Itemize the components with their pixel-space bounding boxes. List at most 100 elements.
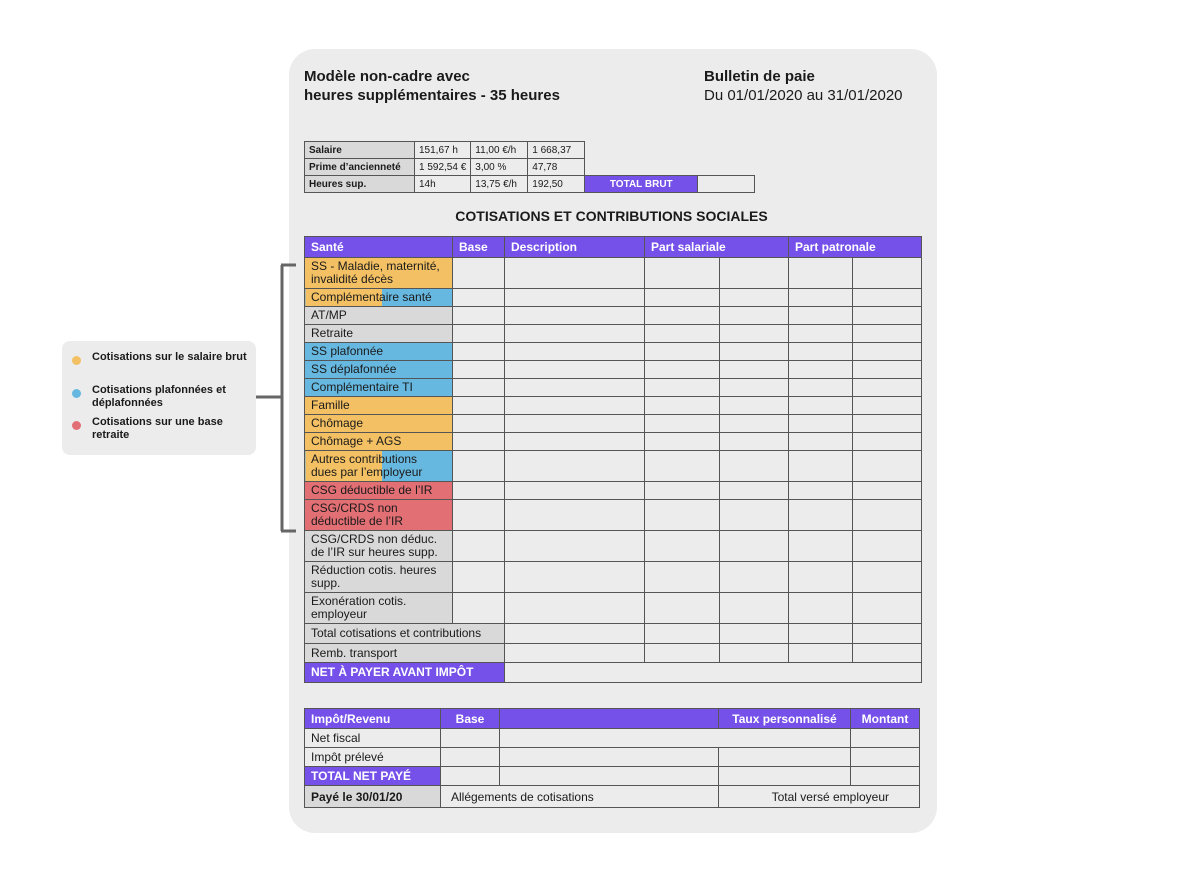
table-row: Retraite — [304, 324, 922, 343]
cell — [719, 360, 789, 379]
cell — [788, 530, 853, 562]
cell — [788, 288, 853, 307]
impot-table: Impôt/Revenu Base Taux personnalisé Mont… — [304, 708, 920, 808]
section-title: COTISATIONS ET CONTRIBUTIONS SOCIALES — [455, 208, 768, 224]
table-row: SS déplafonnée — [304, 360, 922, 379]
overtime-amount: 192,50 — [527, 175, 586, 193]
overtime-qty: 14h — [413, 175, 472, 193]
cell — [718, 747, 851, 767]
cell — [788, 414, 853, 433]
cell — [719, 561, 789, 593]
empty-cell — [698, 142, 755, 159]
cell — [719, 306, 789, 325]
salary-amount: 1 668,37 — [527, 141, 586, 159]
cell — [719, 324, 789, 343]
cell — [644, 592, 720, 624]
cell — [788, 396, 853, 415]
header-montant: Montant — [850, 708, 920, 729]
contribution-label: SS plafonnée — [304, 342, 453, 361]
contribution-label: Complémentaire santé — [304, 288, 453, 307]
cell — [788, 257, 853, 289]
cell — [852, 499, 922, 531]
empty-cell — [585, 142, 698, 159]
cell — [452, 414, 505, 433]
cell — [504, 561, 645, 593]
bulletin-period: Du 01/01/2020 au 31/01/2020 — [704, 87, 903, 104]
cell — [499, 728, 851, 748]
total-brut-label: TOTAL BRUT — [584, 175, 699, 193]
net-avant-impot-value — [504, 662, 922, 683]
table-row: TOTAL NET PAYÉ — [304, 766, 920, 786]
cell — [788, 450, 853, 482]
table-row: CSG/CRDS non déductible de l’IR — [304, 499, 922, 531]
cell — [452, 306, 505, 325]
cell — [852, 360, 922, 379]
cell — [644, 499, 720, 531]
cell — [504, 623, 645, 644]
cell — [719, 623, 789, 644]
cell — [499, 747, 719, 767]
cell — [719, 499, 789, 531]
title-line-1: Modèle non-cadre avec — [304, 68, 470, 85]
paye-le-label: Payé le 30/01/20 — [304, 785, 441, 808]
header-description: Description — [504, 236, 645, 258]
table-row: Exonération cotis. employeur — [304, 592, 922, 624]
cell — [644, 396, 720, 415]
cell — [504, 342, 645, 361]
cell — [504, 643, 645, 663]
header-part-patronale: Part patronale — [788, 236, 922, 258]
cell — [852, 592, 922, 624]
cell — [719, 342, 789, 361]
cell — [644, 378, 720, 397]
table-row: Salaire 151,67 h 11,00 €/h 1 668,37 — [304, 141, 755, 159]
cell — [719, 643, 789, 663]
contribution-label: CSG/CRDS non déduc. de l’IR sur heures s… — [304, 530, 453, 562]
contribution-label: Chômage + AGS — [304, 432, 453, 451]
cell — [644, 360, 720, 379]
cell — [644, 432, 720, 451]
table-row: Autres contributions dues par l’employeu… — [304, 450, 922, 482]
cell — [499, 766, 719, 786]
contributions-body: SS - Maladie, maternité, invalidité décè… — [304, 257, 922, 624]
salary-qty: 151,67 h — [413, 141, 472, 159]
allegements-label: Allégements de cotisations — [440, 785, 719, 808]
table-row: SS - Maladie, maternité, invalidité décè… — [304, 257, 922, 289]
cell — [788, 481, 853, 500]
dot-icon — [72, 389, 81, 398]
cell — [504, 324, 645, 343]
cell — [644, 623, 720, 644]
contributions-table: Santé Base Description Part salariale Pa… — [304, 236, 922, 683]
header-base: Base — [440, 708, 500, 729]
cell — [452, 499, 505, 531]
cell — [452, 396, 505, 415]
net-avant-impot-row: NET À PAYER AVANT IMPÔT — [304, 662, 922, 683]
cell — [452, 450, 505, 482]
title-line-2: heures supplémentaires - 35 heures — [304, 87, 560, 104]
table-row: Net fiscal — [304, 728, 920, 748]
contribution-label: Exonération cotis. employeur — [304, 592, 453, 624]
cell — [719, 288, 789, 307]
table-row: Complémentaire TI — [304, 378, 922, 397]
cell — [440, 747, 500, 767]
cell — [850, 747, 920, 767]
table-row: Prime d’ancienneté 1 592,54 € 3,00 % 47,… — [304, 158, 755, 176]
salary-table: Salaire 151,67 h 11,00 €/h 1 668,37 Prim… — [304, 141, 756, 193]
table-row: CSG/CRDS non déduc. de l’IR sur heures s… — [304, 530, 922, 562]
prime-rate: 3,00 % — [470, 158, 529, 176]
cell — [850, 728, 920, 748]
header-part-salariale: Part salariale — [644, 236, 789, 258]
cell — [719, 432, 789, 451]
salary-label: Salaire — [304, 141, 415, 159]
cell — [719, 414, 789, 433]
bracket-connector — [256, 263, 296, 533]
cell — [788, 499, 853, 531]
cell — [452, 481, 505, 500]
cell — [719, 450, 789, 482]
cell — [852, 324, 922, 343]
cell — [644, 414, 720, 433]
cell — [788, 643, 853, 663]
cell — [452, 360, 505, 379]
cell — [788, 623, 853, 644]
remb-transport-label: Remb. transport — [304, 643, 505, 663]
cell — [504, 499, 645, 531]
